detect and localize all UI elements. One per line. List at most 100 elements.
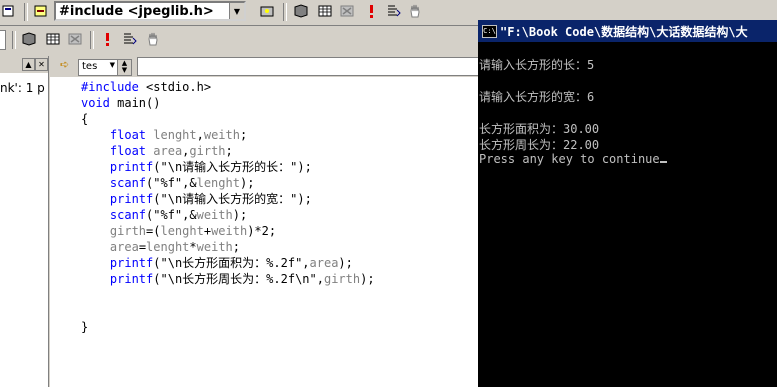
- code-text: );: [338, 256, 353, 270]
- class-combo[interactable]: tes ▼: [78, 59, 118, 76]
- arrow-right-icon[interactable]: ➪: [60, 58, 74, 72]
- code-line[interactable]: printf("\n长方形面积为：%.2f",area);: [81, 255, 375, 271]
- code-keyword: printf: [109, 192, 154, 206]
- code-line[interactable]: }: [81, 319, 375, 335]
- code-line[interactable]: [81, 287, 375, 303]
- code-variable: area: [153, 144, 183, 158]
- code-lines[interactable]: #include <stdio.h> void main(){ float len…: [81, 79, 375, 335]
- code-line[interactable]: printf("\n请输入长方形的长：");: [81, 159, 375, 175]
- code-text: )*2;: [247, 224, 277, 238]
- stop-build-icon[interactable]: [338, 2, 356, 20]
- toolbar-separator: [12, 31, 16, 49]
- code-text: ("%f",&: [146, 208, 197, 222]
- chevron-down-icon[interactable]: ▼: [110, 61, 115, 69]
- panel-text: nk': 1 p: [0, 81, 45, 95]
- execute-icon[interactable]: [98, 30, 116, 48]
- toolbar-separator: [90, 31, 94, 49]
- code-line[interactable]: area=lenght*weith;: [81, 239, 375, 255]
- code-text: );: [239, 176, 255, 190]
- console-line: 长方形面积为：30.00: [479, 122, 600, 136]
- code-text: );: [360, 272, 375, 286]
- output-panel[interactable]: [0, 56, 49, 387]
- code-line[interactable]: float area,girth;: [81, 143, 375, 159]
- main-toolbar: #include <jpeglib.h> ▼: [0, 0, 478, 25]
- code-line[interactable]: float lenght,weith;: [81, 127, 375, 143]
- cursor-icon: [659, 161, 667, 163]
- breakpoint-icon[interactable]: [384, 2, 402, 20]
- code-variable: girth: [189, 144, 226, 158]
- code-text: ("\n请输入长方形的长：");: [153, 160, 312, 174]
- execute-icon[interactable]: [362, 2, 380, 20]
- code-editor[interactable]: #include <stdio.h> void main(){ float len…: [50, 77, 478, 387]
- code-keyword: printf: [109, 272, 154, 286]
- toolbar-separator: [24, 3, 28, 21]
- stop-build-icon[interactable]: [66, 30, 84, 48]
- hand-icon[interactable]: [406, 2, 424, 20]
- code-text: =: [138, 240, 147, 254]
- go-icon[interactable]: [120, 30, 138, 48]
- code-line[interactable]: [81, 303, 375, 319]
- code-variable: lenght: [146, 240, 190, 254]
- code-text: }: [81, 320, 89, 334]
- code-line[interactable]: scanf("%f",&lenght);: [81, 175, 375, 191]
- code-line[interactable]: #include <stdio.h>: [81, 79, 375, 95]
- compile-icon[interactable]: [20, 30, 38, 48]
- code-variable: lenght: [196, 176, 240, 190]
- code-variable: lenght: [160, 224, 204, 238]
- code-text: +: [203, 224, 212, 238]
- dropdown-stub[interactable]: [0, 30, 6, 50]
- code-keyword: printf: [109, 160, 154, 174]
- console-line: 长方形周长为：22.00: [479, 138, 600, 152]
- close-icon[interactable]: ✕: [35, 58, 48, 71]
- build-icon[interactable]: [44, 30, 62, 48]
- code-line[interactable]: {: [81, 111, 375, 127]
- code-text: ("\n长方形周长为：%.2f\n",: [153, 272, 324, 286]
- hand-icon[interactable]: [144, 30, 162, 48]
- code-keyword: float: [109, 144, 147, 158]
- code-keyword: printf: [109, 256, 154, 270]
- code-text: main(): [109, 96, 161, 110]
- console-window[interactable]: [478, 20, 777, 387]
- code-line[interactable]: printf("\n请输入长方形的宽：");: [81, 191, 375, 207]
- compile-icon[interactable]: [292, 2, 310, 20]
- toolbar-separator: [283, 3, 287, 21]
- panel-header: ▲ ✕: [0, 56, 48, 73]
- code-keyword: #include: [81, 80, 139, 94]
- spin-control[interactable]: ▲ ▼: [117, 59, 132, 76]
- console-icon: C:\: [482, 25, 497, 38]
- code-line[interactable]: girth=(lenght+weith)*2;: [81, 223, 375, 239]
- code-text: ("\n请输入长方形的宽：");: [153, 192, 312, 206]
- code-keyword: void: [81, 96, 110, 110]
- code-line[interactable]: scanf("%f",&weith);: [81, 207, 375, 223]
- code-text: ("%f",&: [146, 176, 197, 190]
- member-combo[interactable]: [137, 57, 479, 76]
- console-line: Press any key to continue: [479, 152, 667, 166]
- include-selector-value: #include <jpeglib.h>: [59, 4, 214, 19]
- code-variable: area: [109, 240, 139, 254]
- class-view-icon[interactable]: [32, 2, 50, 20]
- workspace-icon[interactable]: [0, 2, 18, 20]
- console-line: 请输入长方形的宽：6: [479, 90, 595, 104]
- code-text: ("\n长方形面积为：%.2f",: [153, 256, 310, 270]
- wizard-icon[interactable]: [258, 2, 276, 20]
- code-line[interactable]: printf("\n长方形周长为：%.2f\n",girth);: [81, 271, 375, 287]
- console-line: 请输入长方形的长：5: [479, 58, 595, 72]
- console-titlebar[interactable]: C:\ "F:\Book Code\数据结构\大话数据结构\大: [478, 20, 777, 42]
- code-line[interactable]: void main(): [81, 95, 375, 111]
- code-text: *: [189, 240, 197, 254]
- code-text: );: [232, 208, 248, 222]
- include-selector[interactable]: #include <jpeglib.h> ▼: [54, 1, 246, 21]
- build-icon[interactable]: [316, 2, 334, 20]
- chevron-down-icon[interactable]: ▼: [229, 3, 244, 19]
- code-variable: girth: [109, 224, 147, 238]
- code-text: ;: [225, 144, 233, 158]
- scroll-up-icon[interactable]: ▲: [22, 58, 35, 71]
- code-variable: lenght: [153, 128, 197, 142]
